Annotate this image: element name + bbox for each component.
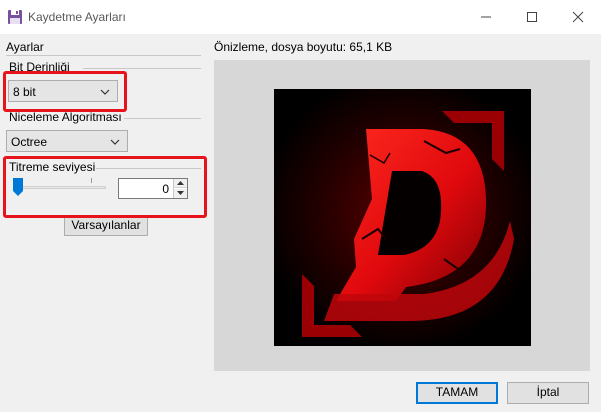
bit-depth-divider [83, 68, 201, 69]
settings-divider [6, 55, 201, 56]
window-title: Kaydetme Ayarları [28, 10, 126, 24]
dithering-highlight [3, 156, 207, 218]
save-disk-icon [7, 9, 23, 25]
quantization-divider [124, 118, 201, 119]
close-icon [572, 11, 584, 23]
cancel-button[interactable]: İptal [507, 382, 589, 404]
bit-depth-highlight [3, 71, 127, 112]
quantization-label: Niceleme Algoritması [9, 110, 122, 124]
title-bar: Kaydetme Ayarları [0, 0, 601, 34]
chevron-down-icon [110, 139, 120, 145]
close-button[interactable] [555, 0, 601, 34]
ok-button[interactable]: TAMAM [416, 382, 498, 404]
minimize-button[interactable] [463, 0, 509, 34]
quantization-value: Octree [11, 135, 48, 149]
defaults-button[interactable]: Varsayılanlar [64, 215, 148, 236]
maximize-icon [527, 12, 537, 22]
minimize-icon [481, 16, 491, 18]
preview-label: Önizleme, dosya boyutu: 65,1 KB [214, 40, 393, 54]
preview-image [274, 89, 531, 346]
dialog-edge [590, 60, 601, 412]
maximize-button[interactable] [509, 0, 555, 34]
quantization-select[interactable]: Octree [6, 130, 128, 152]
settings-heading: Ayarlar [6, 40, 44, 54]
